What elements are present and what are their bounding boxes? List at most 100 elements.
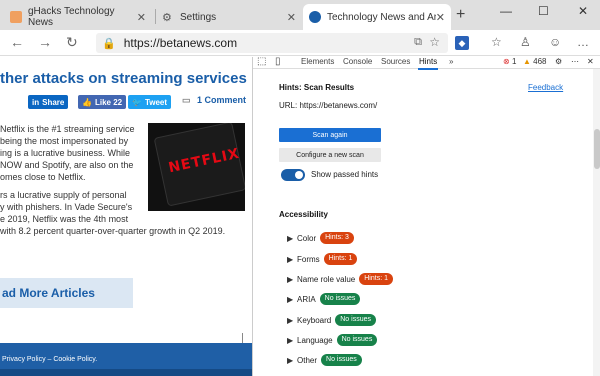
scrollbar-thumb[interactable] [594, 129, 600, 169]
warning-icon: ▲ [523, 57, 531, 66]
paragraph-line: rs a lucrative supply of personal [0, 190, 127, 200]
profile-icon[interactable]: ♙ [520, 35, 531, 49]
more-options-icon[interactable]: ⋯ [571, 57, 579, 66]
tab-settings[interactable]: ⚙ Settings ✕ [156, 4, 302, 30]
new-tab-icon[interactable]: + [456, 6, 465, 24]
feedback-link[interactable]: Feedback [528, 83, 563, 92]
url-text: https://betanews.com [123, 36, 238, 50]
read-more-articles-button[interactable]: ad More Articles [0, 278, 133, 308]
betanews-favicon-icon [309, 11, 321, 23]
paragraph-line: NOW and Spotify, are also on the [0, 160, 134, 170]
close-tab-icon[interactable]: ✕ [137, 11, 146, 24]
chevron-right-icon: ▶ [287, 233, 294, 243]
chevron-right-icon: ▶ [287, 355, 294, 365]
web-page: ther attacks on streaming services in Sh… [0, 57, 252, 376]
paragraph-line: y with phishers. In Vade Secure's [0, 202, 133, 212]
maximize-icon[interactable]: ☐ [538, 4, 549, 18]
tab-strip: gHacks Technology News ✕ ⚙ Settings ✕ Te… [0, 0, 600, 30]
paragraph-line: e 2019, Netflix was the 4th most [0, 214, 129, 224]
show-passed-toggle[interactable] [281, 169, 305, 181]
reader-mode-icon[interactable]: ⧉ [414, 36, 422, 49]
accessibility-heading: Accessibility [279, 210, 328, 219]
back-arrow-icon[interactable]: ← [10, 34, 24, 50]
address-bar[interactable]: 🔒 https://betanews.com ⧉ ☆ [96, 33, 448, 53]
ghacks-favicon-icon [10, 11, 22, 23]
tab-label: gHacks Technology News [28, 6, 115, 28]
favorites-icon[interactable]: ☆ [491, 35, 502, 49]
facebook-like-button[interactable]: 👍 Like 22 [78, 95, 127, 109]
status-badge: No issues [319, 293, 361, 305]
status-badge: Hints: 1 [359, 273, 393, 285]
minimize-icon[interactable]: — [500, 4, 512, 18]
paragraph-line: being the most impersonated by [0, 136, 129, 146]
chevron-right-icon: ▶ [287, 254, 294, 264]
category-row-other[interactable]: ▶ Other No issues [287, 354, 362, 366]
refresh-icon[interactable]: ↻ [66, 34, 78, 51]
netflix-image: NETFLIX [148, 123, 245, 211]
linkedin-icon: in [32, 97, 40, 107]
chevron-right-icon: ▶ [287, 294, 294, 304]
category-row-color[interactable]: ▶ Color Hints: 3 [287, 232, 354, 244]
inspect-element-icon[interactable]: ⬚ [257, 56, 266, 67]
tab-console[interactable]: Console [343, 57, 372, 66]
category-label: Name role value [297, 274, 356, 284]
show-passed-label: Show passed hints [311, 170, 379, 179]
more-menu-icon[interactable]: … [577, 35, 589, 49]
warning-count-value: 468 [533, 57, 547, 66]
configure-scan-button[interactable]: Configure a new scan [279, 148, 381, 162]
warning-count[interactable]: ▲ 468 [523, 57, 547, 66]
category-label: Language [297, 335, 333, 345]
tab-elements[interactable]: Elements [301, 57, 334, 66]
devtools-toolbar: ⬚ ▯ Elements Console Sources Hints » ⊗ 1… [253, 56, 600, 70]
comments-link[interactable]: ▭ 1 Comment [182, 95, 246, 106]
tweet-label: Tweet [144, 97, 168, 107]
article-headline[interactable]: ther attacks on streaming services [0, 70, 252, 87]
close-devtools-icon[interactable]: ✕ [587, 57, 594, 66]
footer-stripe [0, 369, 252, 376]
gear-icon: ⚙ [162, 12, 172, 24]
close-tab-icon[interactable]: ✕ [287, 11, 296, 24]
error-count[interactable]: ⊗ 1 [503, 57, 516, 66]
favorite-star-icon[interactable]: ☆ [429, 35, 440, 49]
category-row-language[interactable]: ▶ Language No issues [287, 334, 378, 346]
status-badge: Hints: 1 [323, 253, 358, 265]
hints-title: Hints: Scan Results [279, 83, 355, 92]
category-row-name-role-value[interactable]: ▶ Name role value Hints: 1 [287, 273, 393, 285]
more-tabs-icon[interactable]: » [449, 57, 453, 66]
category-row-keyboard[interactable]: ▶ Keyboard No issues [287, 314, 376, 326]
category-row-forms[interactable]: ▶ Forms Hints: 1 [287, 253, 358, 265]
error-icon: ⊗ [503, 57, 510, 66]
chevron-right-icon: ▶ [287, 335, 294, 345]
forward-arrow-icon[interactable]: → [38, 34, 52, 50]
settings-icon[interactable]: ⚙ [555, 57, 562, 66]
status-badge: Hints: 3 [320, 232, 354, 244]
category-label: Color [297, 233, 317, 243]
tab-ghacks[interactable]: gHacks Technology News ✕ [4, 4, 152, 30]
chevron-right-icon: ▶ [287, 274, 294, 284]
extension-icon[interactable]: ◆ [455, 36, 469, 50]
like-label: Like 22 [94, 97, 123, 107]
twitter-icon: 🐦 [132, 97, 142, 107]
tab-betanews[interactable]: Technology News and Analysis - ✕ [303, 4, 451, 30]
category-label: Keyboard [297, 315, 332, 325]
close-window-icon[interactable]: ✕ [578, 4, 588, 18]
toolbar: ← → ↻ 🔒 https://betanews.com ⧉ ☆ ◆ ☆ ♙ ☺… [0, 30, 600, 56]
close-tab-icon[interactable]: ✕ [436, 11, 445, 24]
emoji-icon[interactable]: ☺ [549, 35, 561, 49]
paragraph-line: omes close to Netflix. [0, 172, 86, 182]
linkedin-share-label: Share [42, 97, 65, 107]
scan-again-button[interactable]: Scan again [279, 128, 381, 142]
tweet-button[interactable]: 🐦 Tweet [128, 95, 172, 109]
category-row-aria[interactable]: ▶ ARIA No issues [287, 293, 361, 305]
thumbs-up-icon: 👍 [82, 97, 92, 107]
tab-hints[interactable]: Hints [417, 57, 439, 70]
category-label: Forms [297, 254, 320, 264]
footer-links[interactable]: Privacy Policy – Cookie Policy. [2, 356, 97, 363]
tab-sources[interactable]: Sources [381, 57, 410, 66]
status-badge: No issues [335, 314, 376, 326]
paragraph-line: with 8.2 percent quarter-over-quarter gr… [0, 226, 226, 236]
devtools-scrollbar[interactable] [593, 69, 600, 376]
device-emulation-icon[interactable]: ▯ [275, 56, 281, 67]
comment-icon: ▭ [182, 95, 191, 105]
linkedin-share-button[interactable]: in Share [28, 95, 69, 109]
